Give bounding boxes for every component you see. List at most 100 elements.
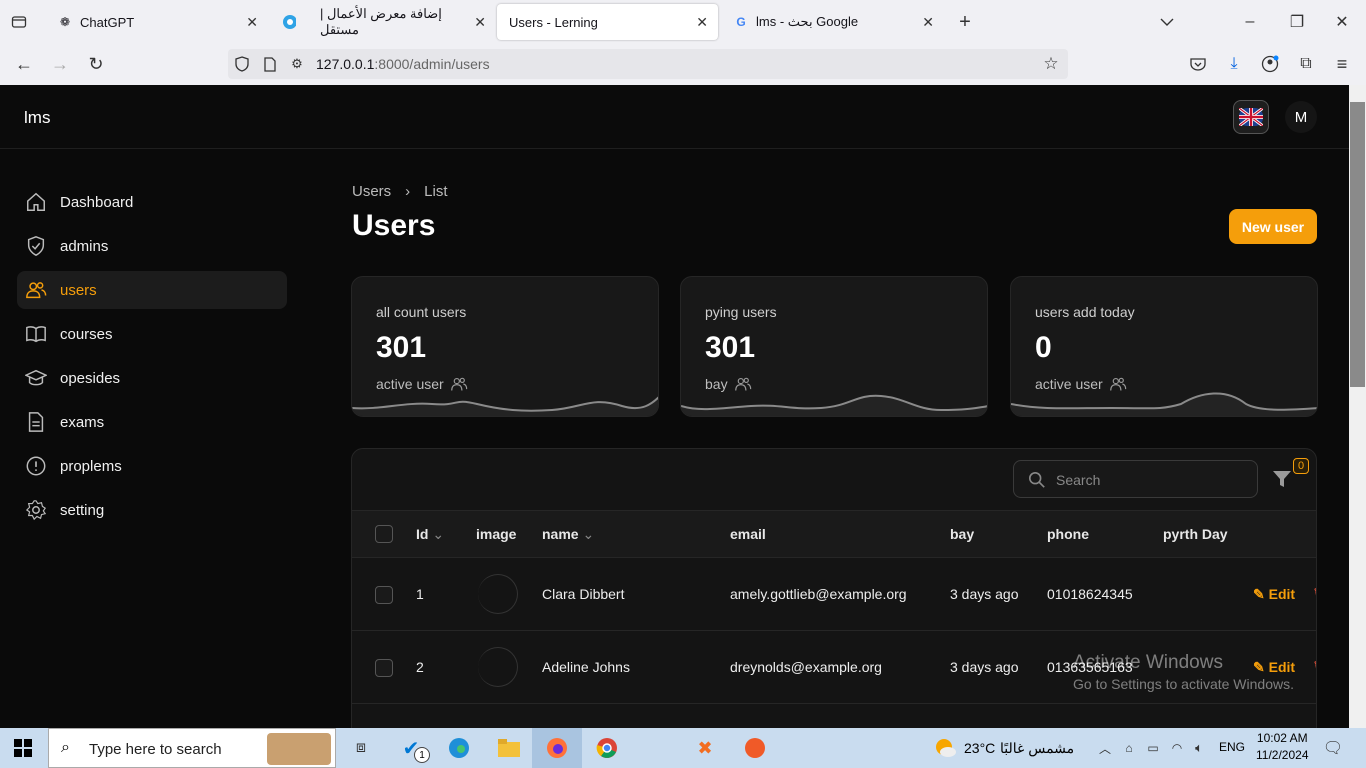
column-header-bay: bay: [950, 526, 975, 542]
notification-center-icon[interactable]: 🗨︎: [1322, 738, 1344, 758]
delete-icon[interactable]: 🗑: [1312, 586, 1316, 603]
close-window-icon[interactable]: ✕: [1332, 12, 1352, 32]
column-label: name: [542, 526, 579, 542]
page-icon[interactable]: [262, 55, 278, 73]
page-scrollbar[interactable]: [1349, 85, 1366, 728]
chatgpt-icon: ❁: [59, 15, 71, 29]
sidebar-item-admins[interactable]: admins: [17, 227, 287, 265]
battery-icon[interactable]: ▭: [1144, 738, 1162, 758]
pocket-icon[interactable]: [1188, 54, 1208, 74]
new-user-button[interactable]: New user: [1229, 209, 1317, 244]
sidebar-item-label: Dashboard: [60, 193, 134, 211]
clock[interactable]: 10:02 AM 11/2/2024: [1256, 731, 1309, 762]
address-bar[interactable]: ⚙ 127.0.0.1:8000/admin/users ☆: [228, 49, 1068, 79]
column-header-name[interactable]: name ⌄: [542, 526, 594, 543]
brand-name[interactable]: lms: [24, 108, 50, 128]
file-explorer-icon[interactable]: [496, 736, 522, 760]
cell-name: Adeline Johns: [542, 659, 630, 675]
edge-icon[interactable]: [446, 736, 472, 760]
close-tab-icon[interactable]: ✕: [922, 14, 934, 31]
sidebar-item-exams[interactable]: exams: [17, 403, 287, 441]
avatar[interactable]: M: [1285, 101, 1317, 133]
forward-icon[interactable]: →: [50, 54, 70, 74]
chevron-down-icon[interactable]: [1157, 12, 1177, 32]
minimize-icon[interactable]: –: [1240, 12, 1260, 32]
sidebar-item-users[interactable]: users: [17, 271, 287, 309]
google-icon: G: [736, 15, 746, 29]
stat-value: 301: [705, 331, 756, 364]
shield-icon[interactable]: [234, 55, 250, 73]
sidebar-item-proplems[interactable]: proplems: [17, 447, 287, 485]
xampp-icon[interactable]: ✖: [692, 736, 718, 760]
chevron-up-icon[interactable]: ︿: [1096, 738, 1114, 758]
chrome-icon[interactable]: [594, 736, 620, 760]
firefox-icon: [547, 738, 567, 758]
close-tab-icon[interactable]: ✕: [696, 14, 708, 31]
search-icon: [1028, 471, 1045, 488]
sidebar-item-opesides[interactable]: opesides: [17, 359, 287, 397]
scrollbar-thumb[interactable]: [1350, 102, 1365, 387]
url-path: :8000/admin/users: [374, 56, 490, 72]
tab-users-lerning[interactable]: Users - Lerning ✕: [497, 4, 718, 40]
permissions-icon[interactable]: ⚙: [288, 55, 306, 73]
delete-icon[interactable]: 🗑: [1312, 659, 1316, 676]
breadcrumb-parent[interactable]: Users: [352, 183, 391, 200]
tab-chatgpt[interactable]: ❁ ChatGPT ✕: [46, 4, 268, 40]
restore-icon[interactable]: ❐: [1287, 12, 1307, 32]
windows-start-icon[interactable]: [12, 738, 34, 758]
column-header-email: email: [730, 526, 766, 542]
stat-sparkline: [1011, 392, 1317, 416]
breadcrumb-current: List: [424, 183, 448, 200]
cell-email: dreynolds@example.org: [730, 659, 882, 675]
download-icon[interactable]: ⤓: [1224, 54, 1244, 74]
mostaql-icon: [282, 15, 296, 29]
bookmark-star-icon[interactable]: ☆: [1042, 54, 1060, 73]
weather-desc[interactable]: مشمس غالبًا: [1000, 740, 1074, 757]
exclamation-icon: [26, 456, 46, 476]
chevron-down-icon: ⌄: [582, 526, 595, 542]
back-icon[interactable]: ←: [14, 54, 34, 74]
menu-icon[interactable]: ≡: [1332, 54, 1352, 74]
account-icon[interactable]: [1260, 54, 1280, 74]
close-tab-icon[interactable]: ✕: [474, 14, 486, 31]
url-text[interactable]: 127.0.0.1:8000/admin/users: [316, 56, 490, 72]
wifi-icon[interactable]: ◠: [1168, 738, 1186, 758]
sidebar-item-courses[interactable]: courses: [17, 315, 287, 353]
volume-icon[interactable]: 🔈︎: [1190, 738, 1208, 758]
task-view-icon[interactable]: ⧈: [350, 738, 372, 758]
language-indicator[interactable]: ENG: [1219, 740, 1245, 754]
tab-google[interactable]: G lms - بحث Google ✕: [722, 4, 944, 40]
reload-icon[interactable]: ↻: [86, 54, 106, 74]
cell-id: 1: [416, 586, 424, 602]
firefox-taskbar-active[interactable]: [532, 728, 582, 768]
extensions-icon[interactable]: ⧉: [1296, 54, 1316, 74]
search-input[interactable]: Search: [1013, 460, 1258, 498]
stat-value: 0: [1035, 331, 1052, 364]
meet-now-icon[interactable]: ⌂: [1120, 738, 1138, 758]
taskbar-search-input[interactable]: ⌕ Type here to search: [48, 728, 336, 768]
column-header-id[interactable]: Id ⌄: [416, 526, 444, 543]
app-icon[interactable]: [742, 736, 768, 760]
sidebar-item-label: setting: [60, 501, 105, 519]
edit-button[interactable]: ✎ Edit: [1253, 586, 1295, 603]
sidebar-item-label: admins: [60, 237, 109, 255]
sidebar-item-dashboard[interactable]: Dashboard: [17, 183, 287, 221]
tab-mostaql[interactable]: إضافة معرض الأعمال | مستقل ✕: [270, 4, 496, 40]
select-all-checkbox[interactable]: [375, 525, 393, 543]
document-icon: [28, 412, 44, 432]
table-row[interactable]: 1 Clara Dibbert amely.gottlieb@example.o…: [352, 558, 1316, 631]
weather-temp[interactable]: 23°C: [964, 740, 995, 756]
row-checkbox[interactable]: [375, 659, 393, 677]
tab-list-icon[interactable]: [8, 12, 30, 32]
taskbar-search-placeholder: Type here to search: [89, 741, 222, 758]
language-switcher[interactable]: [1233, 100, 1269, 134]
weather-icon[interactable]: [932, 736, 958, 760]
row-checkbox[interactable]: [375, 586, 393, 604]
new-tab-icon[interactable]: +: [955, 11, 975, 33]
close-tab-icon[interactable]: ✕: [246, 14, 258, 31]
shield-check-icon: [27, 236, 45, 256]
filter-button[interactable]: [1272, 469, 1294, 491]
sidebar-item-setting[interactable]: setting: [17, 491, 287, 529]
tab-title: إضافة معرض الأعمال | مستقل: [320, 6, 442, 37]
page-title: Users: [352, 209, 436, 242]
